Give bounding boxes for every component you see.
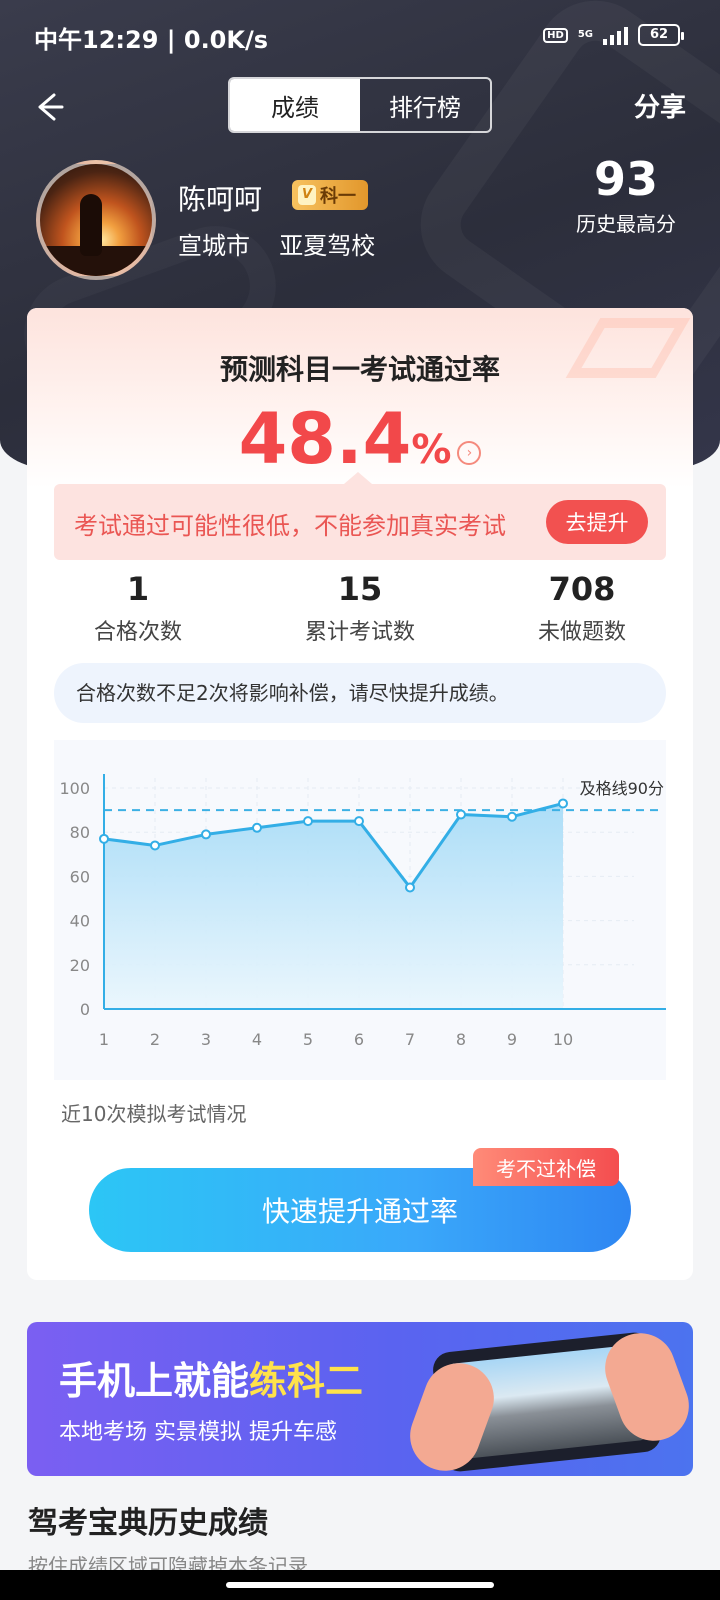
data-point — [150, 840, 160, 851]
pass-line-label: 及格线90分 — [580, 779, 664, 798]
stat-pass-count: 1 合格次数 — [27, 570, 249, 646]
tab-score[interactable]: 成绩 — [230, 79, 360, 131]
chart-area — [104, 803, 563, 1009]
stats-row: 1 合格次数 15 累计考试数 708 未做题数 — [27, 570, 693, 646]
data-point — [201, 829, 211, 840]
best-score-label: 历史最高分 — [576, 212, 676, 236]
top-nav: 成绩 排行榜 分享 — [0, 77, 720, 133]
user-name: 陈呵呵 — [178, 183, 263, 216]
pass-rate-unit: % — [411, 427, 452, 473]
y-tick-label: 80 — [70, 823, 90, 842]
signal-icon — [603, 25, 628, 45]
system-nav-bar — [0, 1570, 720, 1600]
score-chart: 及格线90分 0 20 40 60 80 100 1 2 3 4 5 6 7 8 9 10 — [54, 740, 666, 1080]
banner-subtitle: 本地考场 实景模拟 提升车感 — [59, 1420, 337, 1445]
data-point — [99, 833, 109, 844]
x-tick-label: 3 — [201, 1030, 211, 1049]
y-tick-label: 60 — [70, 867, 90, 886]
x-tick-label: 1 — [99, 1030, 109, 1049]
share-button[interactable]: 分享 — [634, 87, 686, 124]
best-score: 93 历史最高分 — [566, 152, 686, 237]
x-tick-label: 4 — [252, 1030, 262, 1049]
data-point — [405, 882, 415, 893]
avatar[interactable] — [36, 160, 156, 280]
subject-badge: V 科一 — [292, 180, 368, 210]
x-tick-label: 7 — [405, 1030, 415, 1049]
pass-rate[interactable]: 48.4% › — [27, 398, 693, 480]
x-tick-label: 5 — [303, 1030, 313, 1049]
notice-text: 合格次数不足2次将影响补偿，请尽快提升成绩。 — [54, 663, 666, 723]
stat-total-exams: 15 累计考试数 — [249, 570, 471, 646]
user-location: 宣城市 亚夏驾校 — [178, 226, 375, 261]
compensation-tag: 考不过补偿 — [473, 1148, 619, 1186]
hd-icon: HD — [543, 27, 568, 43]
vip-icon: V — [298, 185, 316, 205]
stat-value: 15 — [337, 570, 383, 608]
driving-school: 亚夏驾校 — [279, 232, 376, 260]
prediction-card: 预测科目一考试通过率 48.4% › 考试通过可能性很低，不能参加真实考试 去提升… — [27, 308, 693, 1280]
status-time: 中午12:29 | 0.0K/s — [34, 26, 269, 54]
pass-rate-value: 48.4 — [238, 398, 412, 480]
battery-icon: 62 — [638, 24, 684, 46]
stat-label: 未做题数 — [537, 620, 626, 645]
stat-undone-questions: 708 未做题数 — [471, 570, 693, 646]
status-icons: HD 5G 62 — [543, 24, 684, 46]
x-tick-label: 10 — [553, 1030, 573, 1049]
chart-caption: 近10次模拟考试情况 — [61, 1102, 247, 1126]
banner-title-text: 手机上就能 — [59, 1359, 250, 1403]
promo-banner[interactable]: 手机上就能练科二 本地考场 实景模拟 提升车感 — [27, 1322, 693, 1476]
banner-title: 手机上就能练科二 — [59, 1350, 363, 1405]
data-point — [507, 811, 517, 822]
data-point — [303, 816, 313, 827]
banner-title-highlight: 练科二 — [249, 1359, 364, 1403]
x-tick-label: 2 — [150, 1030, 160, 1049]
status-bar: 中午12:29 | 0.0K/s HD 5G 62 — [0, 0, 720, 72]
data-point — [354, 816, 364, 827]
subject-badge-label: 科一 — [320, 186, 356, 207]
stat-value: 708 — [548, 570, 616, 608]
data-point — [252, 822, 262, 833]
city: 宣城市 — [178, 232, 250, 260]
y-tick-label: 40 — [70, 912, 90, 931]
data-point — [558, 798, 568, 809]
stat-label: 累计考试数 — [304, 620, 415, 645]
best-score-value: 93 — [593, 152, 658, 206]
stat-label: 合格次数 — [93, 620, 182, 645]
y-tick-label: 20 — [70, 956, 90, 975]
profile-section: 陈呵呵 V 科一 宣城市 亚夏驾校 93 历史最高分 — [36, 152, 686, 280]
y-tick-label: 0 — [80, 1000, 90, 1019]
x-tick-label: 6 — [354, 1030, 364, 1049]
y-tick-label: 100 — [59, 779, 90, 798]
prediction-title: 预测科目一考试通过率 — [219, 353, 500, 386]
home-indicator[interactable] — [226, 1582, 494, 1588]
chart-svg: 及格线90分 0 20 40 60 80 100 1 2 3 4 5 6 7 8 9 10 — [59, 774, 666, 1049]
improve-button[interactable]: 去提升 — [546, 500, 648, 544]
back-arrow-icon[interactable] — [30, 87, 70, 127]
tab-ranking[interactable]: 排行榜 — [360, 79, 490, 131]
stat-value: 1 — [126, 570, 150, 608]
x-tick-label: 9 — [507, 1030, 517, 1049]
data-point — [456, 809, 466, 820]
warning-text: 考试通过可能性很低，不能参加真实考试 — [74, 512, 506, 540]
x-tick-label: 8 — [456, 1030, 466, 1049]
chevron-right-icon[interactable]: › — [457, 441, 482, 465]
network-label: 5G — [577, 29, 593, 40]
tab-switch: 成绩 排行榜 — [228, 77, 492, 133]
warning-banner: 考试通过可能性很低，不能参加真实考试 去提升 — [54, 472, 666, 560]
history-title: 驾考宝典历史成绩 — [28, 1506, 268, 1541]
